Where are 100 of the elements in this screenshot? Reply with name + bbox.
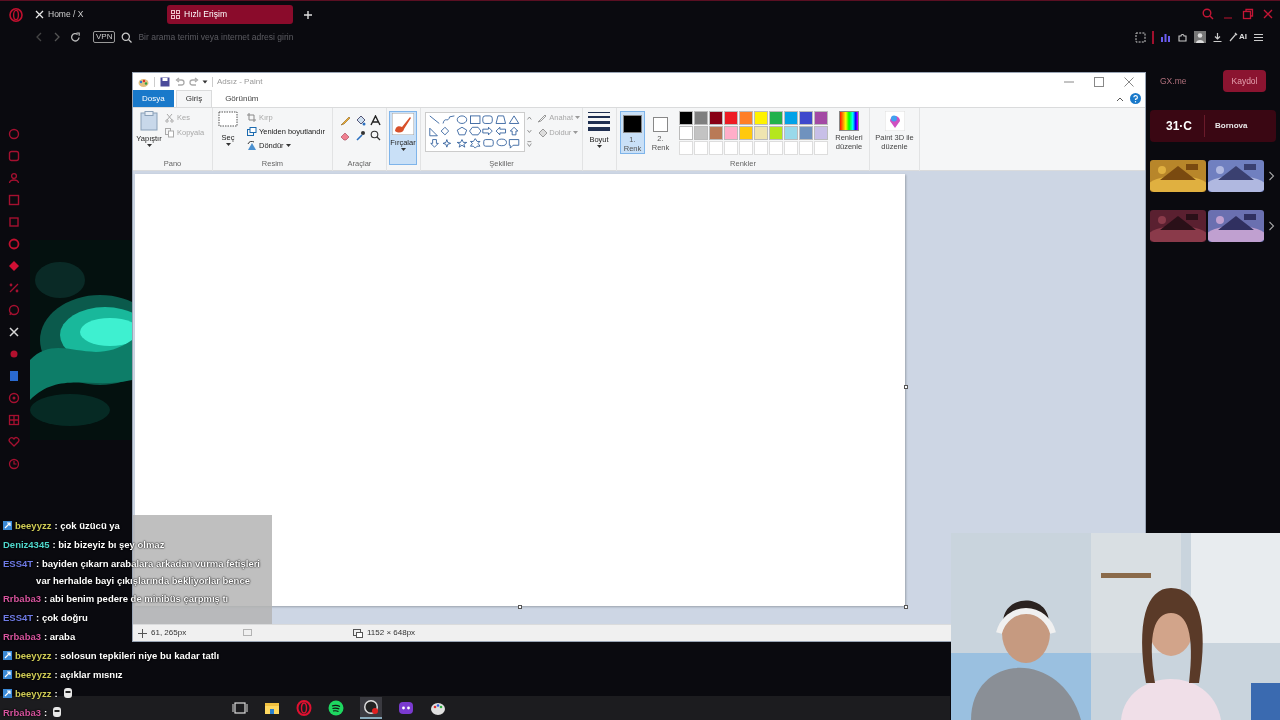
circle-icon[interactable] (8, 128, 20, 140)
download-icon[interactable] (1212, 31, 1223, 43)
close-icon[interactable] (1123, 76, 1135, 88)
username[interactable]: beeyyzz (15, 516, 52, 535)
ribbon-tab[interactable]: Giriş (175, 90, 213, 107)
square-icon[interactable] (8, 216, 20, 228)
person-icon[interactable] (8, 172, 20, 184)
magnifier-icon[interactable] (370, 130, 381, 141)
search-icon[interactable] (1202, 8, 1214, 20)
color-swatch[interactable] (799, 111, 813, 125)
clock-icon[interactable] (8, 458, 20, 470)
diamond-icon[interactable] (8, 260, 20, 272)
x-icon (35, 10, 44, 19)
eyedropper-icon[interactable] (355, 130, 366, 141)
signup-button[interactable]: Kaydol (1223, 70, 1266, 92)
color-swatch[interactable] (769, 126, 783, 140)
shape-gallery[interactable] (425, 112, 526, 152)
color-swatch[interactable] (799, 126, 813, 140)
color-swatch[interactable] (784, 111, 798, 125)
folder-icon[interactable] (264, 701, 280, 715)
browser-tab[interactable]: Hızlı Erişim (167, 5, 293, 24)
color-swatch[interactable] (814, 126, 828, 140)
paint-bucket-icon[interactable] (355, 115, 366, 126)
color-swatch[interactable] (754, 111, 768, 125)
chat-bubble-icon[interactable] (8, 304, 20, 316)
snapshot-icon[interactable] (1135, 31, 1146, 43)
back-icon[interactable] (34, 32, 44, 42)
new-tab-icon[interactable] (303, 9, 313, 20)
palette-app-icon[interactable] (430, 700, 446, 716)
ai-button[interactable]: AI (1229, 31, 1247, 43)
bar-chart-icon[interactable] (1160, 31, 1171, 43)
menu-icon[interactable] (1253, 31, 1264, 43)
ribbon-tab[interactable]: Görünüm (216, 90, 268, 107)
username[interactable]: Rrbaba3 (3, 589, 41, 608)
color-swatch[interactable] (709, 126, 723, 140)
music-app-icon[interactable] (328, 700, 344, 716)
username[interactable]: Deniz4345 (3, 535, 50, 554)
square-icon[interactable] (8, 150, 20, 162)
pencil-icon[interactable] (340, 115, 351, 126)
color-swatch[interactable] (679, 126, 693, 140)
close-icon[interactable] (1262, 8, 1274, 20)
grid-icon[interactable] (8, 414, 20, 426)
avatar-icon[interactable] (1194, 31, 1206, 43)
recorder-app-button[interactable] (360, 697, 382, 719)
username[interactable]: Rrbaba3 (3, 627, 41, 646)
eraser-icon[interactable] (340, 130, 351, 141)
color-swatch[interactable] (724, 126, 738, 140)
x-icon[interactable] (8, 326, 20, 338)
color-swatch[interactable] (754, 126, 768, 140)
chevron-right-icon[interactable] (1268, 221, 1275, 231)
heart-icon[interactable] (8, 436, 20, 448)
dropdown-arrow-icon (575, 115, 580, 120)
color-swatch[interactable] (769, 111, 783, 125)
color-swatch[interactable] (739, 111, 753, 125)
help-icon[interactable] (1130, 93, 1141, 104)
address-field[interactable]: Bir arama terimi veya internet adresi girin (138, 30, 439, 44)
forward-icon[interactable] (52, 32, 62, 42)
username[interactable]: beeyyzz (15, 646, 52, 665)
restore-icon[interactable] (1242, 8, 1254, 20)
file-menu-button[interactable]: Dosya (133, 90, 174, 107)
color-swatch[interactable] (694, 111, 708, 125)
username[interactable]: ESS4T (3, 608, 34, 627)
color-swatch[interactable] (709, 111, 723, 125)
chat-app-icon[interactable] (398, 700, 414, 716)
color-swatch[interactable] (694, 126, 708, 140)
browser-tab[interactable]: Home / X (31, 5, 157, 24)
color-swatch[interactable] (679, 111, 693, 125)
resize-handle[interactable] (904, 385, 908, 389)
color-swatch[interactable] (739, 126, 753, 140)
username[interactable]: Rrbaba3 (3, 703, 41, 720)
gx-link[interactable]: GX.me (1160, 74, 1187, 88)
color-swatch[interactable] (784, 126, 798, 140)
rotate-icon (247, 140, 257, 151)
save-icon[interactable] (160, 77, 170, 87)
dropdown-arrow-icon (285, 143, 291, 148)
chevron-right-icon[interactable] (1268, 171, 1275, 181)
circle-icon[interactable] (8, 392, 20, 404)
task-view-icon[interactable] (232, 701, 248, 715)
chat-message: : (44, 706, 48, 720)
color-swatch[interactable] (724, 111, 738, 125)
color-swatch[interactable] (814, 111, 828, 125)
circle-icon[interactable] (8, 348, 20, 360)
username[interactable]: beeyyzz (15, 665, 52, 684)
resize-handle[interactable] (904, 605, 908, 609)
dropdown-arrow-icon[interactable] (202, 79, 208, 85)
undo-icon[interactable] (175, 77, 185, 87)
square-icon[interactable] (8, 370, 20, 382)
reload-icon[interactable] (70, 31, 81, 43)
browser-ring-icon[interactable] (296, 700, 312, 716)
vpn-badge[interactable]: VPN (93, 31, 116, 43)
resize-handle[interactable] (518, 605, 522, 609)
username[interactable]: ESS4T (3, 554, 34, 573)
text-tool-icon[interactable] (370, 115, 381, 126)
opera-logo-icon[interactable] (9, 7, 23, 22)
collapse-caret-icon[interactable] (1116, 95, 1124, 102)
maximize-icon[interactable] (1093, 76, 1105, 88)
circle-icon[interactable] (8, 238, 20, 250)
username[interactable]: beeyyzz (15, 684, 52, 703)
square-icon[interactable] (8, 194, 20, 206)
percent-icon[interactable] (8, 282, 20, 294)
